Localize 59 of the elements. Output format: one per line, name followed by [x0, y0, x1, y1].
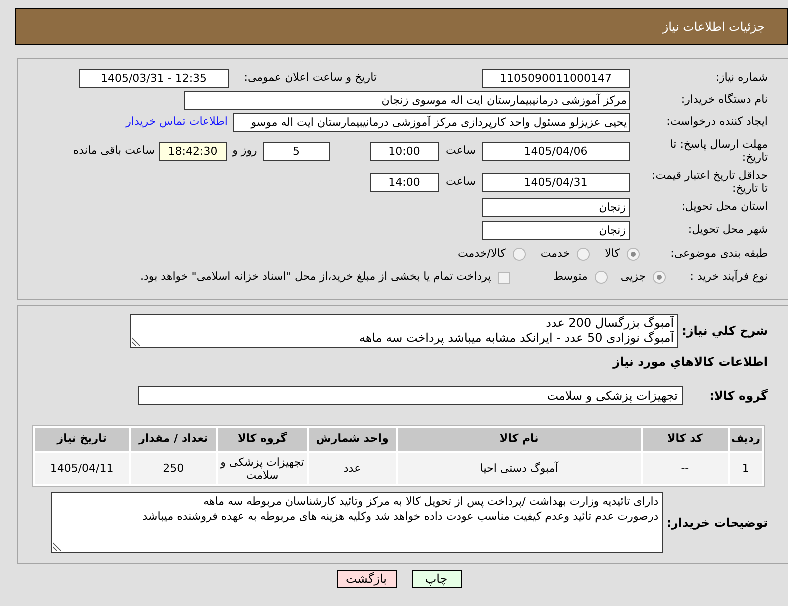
resize-grip-icon[interactable] [52, 542, 62, 551]
field-label: مهلت ارسال پاسخ: تا تاریخ: [669, 138, 768, 164]
buyer-notes-text-area[interactable]: دارای تائیدیه وزارت بهداشت /پرداخت پس از تحویل کالا به مرکز وتائید کارشناسان مربوطه سه ماهه درصورت عدم تائید وعدم کیفیت مناسب عودت داده خواهد شد وکلیه هزینه های مربوطه به عهده فروشنده میباشد [50, 492, 663, 553]
radio-label: جزیی [620, 269, 646, 286]
field-label: ایجاد کننده درخواست: [666, 114, 768, 130]
deadline-time-field[interactable]: 10:00 [370, 142, 439, 160]
field-label: ساعت [445, 174, 477, 190]
description-text-area[interactable]: آمبوگ بزرگسال 200 عدد آمبوگ نوزادی 50 عدد - ایرانکد مشابه میباشد پرداخت سه ماهه [130, 314, 678, 348]
column-header: نام کالا [398, 428, 641, 451]
column-header: کد کالا [642, 428, 728, 451]
radio-label: خدمت [540, 246, 570, 262]
column-header: گروه کالا [218, 428, 308, 451]
field-label: طبقه بندی موضوعی: [670, 246, 768, 262]
days-field[interactable]: 5 [263, 142, 330, 160]
radio-label: کالا/خدمت [458, 246, 506, 262]
table-cell: 250 [131, 453, 216, 484]
table-cell: -- [642, 453, 728, 484]
table-cell: عدد [309, 453, 396, 484]
contact-info-link[interactable]: اطلاعات تماس خریدار [126, 114, 228, 130]
province-field[interactable]: زنجان [482, 198, 630, 216]
buyer-organization-field[interactable]: مرکز آموزشی درمانیبیمارستان ایت اله موسوی زنجان [184, 90, 630, 110]
field-label: نوع فرآیند خرید : [689, 269, 768, 286]
remaining-time-field[interactable]: 18:42:30 [159, 142, 227, 160]
title-bar: جزئیات اطلاعات نیاز [15, 8, 788, 45]
table-cell: 1 [730, 453, 762, 484]
column-header: ردیف [730, 428, 762, 451]
table-cell: 1405/04/11 [35, 453, 130, 484]
checkbox-label: پرداخت تمام یا بخشی از مبلغ خرید،از محل "اسناد خزانه اسلامی" خواهد بود. [140, 269, 492, 286]
radio-label: متوسط [553, 269, 588, 286]
field-label: ساعت باقی مانده [73, 142, 155, 159]
column-header: واحد شمارش [309, 428, 396, 451]
field-label: توضیحات خریدار: [666, 514, 768, 532]
table-cell: تجهیزات پزشکی و سلامت [218, 453, 308, 484]
table-cell: آمبوگ دستی احیا [398, 453, 641, 484]
city-field[interactable]: زنجان [482, 220, 630, 240]
column-header: تاریخ نیاز [35, 428, 130, 451]
resize-grip-icon[interactable] [132, 337, 142, 346]
requester-field[interactable]: یحیی عزیزلو مسئول واحد کارپردازی مرکز آموزشی درمانیبیمارستان ایت اله موسو [233, 112, 630, 132]
need-number-field[interactable]: 1105090011000147 [482, 68, 630, 88]
field-label: ساعت [445, 142, 477, 159]
back-button[interactable]: بازگشت [336, 570, 396, 588]
deadline-date-field[interactable]: 1405/04/06 [482, 142, 630, 160]
field-label: نام دستگاه خریدار: [680, 92, 768, 108]
column-header: تعداد / مقدار [131, 428, 216, 451]
field-label: استان محل تحویل: [680, 198, 768, 215]
field-label: گروه کالا: [708, 388, 768, 404]
print-button[interactable]: چاپ [412, 570, 462, 588]
announcement-date-field[interactable]: 1405/03/31 - 12:35 [79, 68, 229, 88]
radio-label: کالا [605, 246, 620, 262]
section-heading: اطلاعات كالاهاي مورد نیاز [613, 354, 768, 370]
validity-time-field[interactable]: 14:00 [370, 172, 439, 192]
field-label: تاریخ و ساعت اعلان عمومی: [243, 70, 377, 86]
field-label: شماره نیاز: [714, 70, 768, 86]
field-label: شهر محل تحویل: [687, 222, 768, 238]
validity-date-field[interactable]: 1405/04/31 [482, 172, 630, 192]
field-label: حداقل تاریخ اعتبار قیمت: تا تاریخ: [651, 169, 768, 195]
goods-group-field[interactable]: تجهیزات پزشکی و سلامت [138, 386, 683, 405]
field-label: شرح کلي نیاز: [682, 323, 768, 340]
field-label: روز و [231, 142, 258, 159]
